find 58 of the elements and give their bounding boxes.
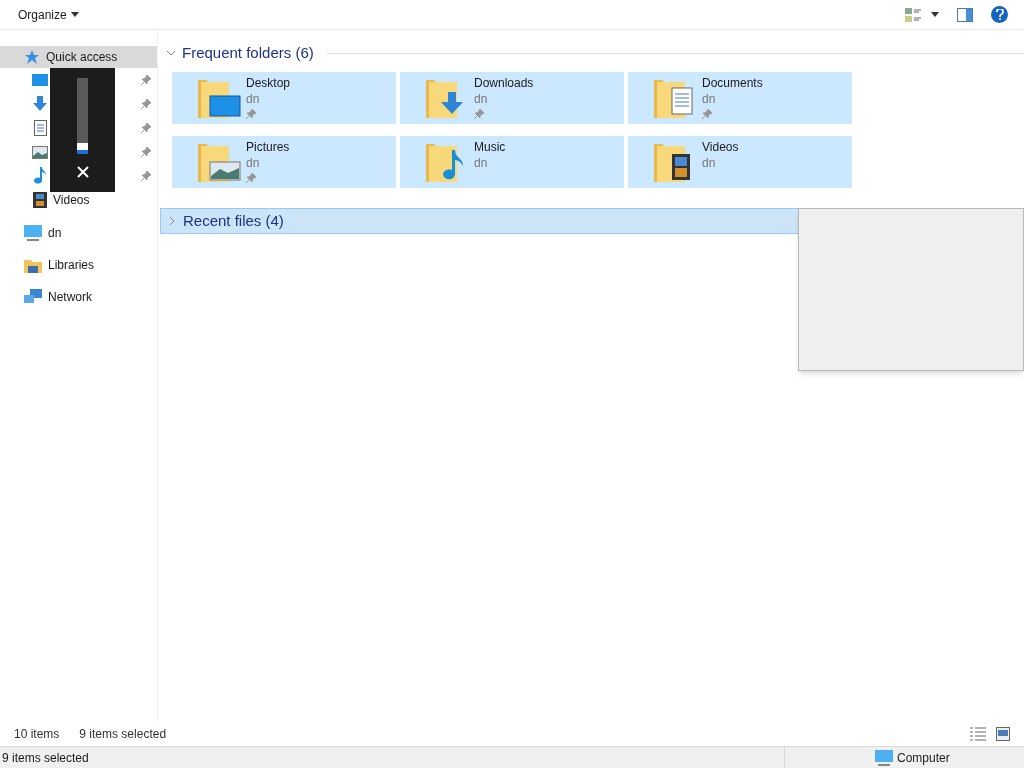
film-icon [33,192,47,208]
chevron-icon [166,48,176,58]
selection-count: 9 items selected [79,726,167,743]
sidebar-item[interactable]: Network [0,286,157,308]
star-icon [24,49,40,65]
chevron-icon [167,216,177,226]
music-note-icon [34,167,46,185]
network-icon [24,289,42,305]
monitor-icon [32,73,48,87]
folder-icon [198,142,242,182]
folder-location: dn [702,155,717,171]
folder-tile[interactable]: Desktop dn [172,72,396,124]
group-header[interactable]: Frequent folders (6) [160,40,1024,66]
folder-location: dn [702,91,717,107]
sidebar-item[interactable]: Videos [0,188,157,212]
sidebar-label: Network [48,289,92,306]
computer-icon [24,225,42,241]
status-text: 9 items selected [1,749,90,767]
folder-location: dn [246,155,261,171]
zone-label: Computer [897,749,950,767]
sidebar-label: Quick access [46,49,118,66]
library-folder-icon [24,257,42,273]
folder-tile[interactable]: Documents dn [628,72,852,124]
view-options-button[interactable] [905,7,939,22]
folder-tile[interactable]: Videos dn [628,136,852,188]
folder-tile[interactable]: Downloads dn [400,72,624,124]
tiles-view-button[interactable] [996,727,1010,741]
sidebar-item[interactable]: Quick access [0,46,157,68]
folder-name: Downloads [474,75,534,91]
folder-name: Documents [702,75,763,91]
document-icon [33,120,47,136]
folder-name: Pictures [246,139,290,155]
sidebar-label: Libraries [48,257,95,274]
folder-name: Videos [702,139,739,155]
sidebar-label: Videos [53,192,90,209]
item-count: 10 items [14,726,60,743]
folder-tile[interactable]: Pictures dn [172,136,396,188]
sidebar-label: dn [48,225,62,242]
volume-slider[interactable] [77,78,88,154]
folder-name: Music [474,139,506,155]
computer-icon [875,749,893,766]
help-button[interactable] [991,6,1008,23]
preview-pane-button[interactable] [957,7,973,22]
sidebar-item[interactable]: Libraries [0,254,157,276]
question-mark-icon [995,9,1004,20]
landscape-icon [32,145,48,159]
folder-icon [198,78,242,118]
organize-button[interactable]: Organize [12,5,85,24]
down-arrow-icon [32,96,48,112]
sidebar-item[interactable]: dn [0,222,157,244]
folder-name: Desktop [246,75,291,91]
caret-icon [70,12,79,17]
folder-tile[interactable]: Music dn [400,136,624,188]
folder-location: dn [474,155,489,171]
folder-location: dn [474,91,489,107]
close-button[interactable] [74,164,91,180]
folder-location: dn [246,91,261,107]
caret-icon [931,12,939,17]
